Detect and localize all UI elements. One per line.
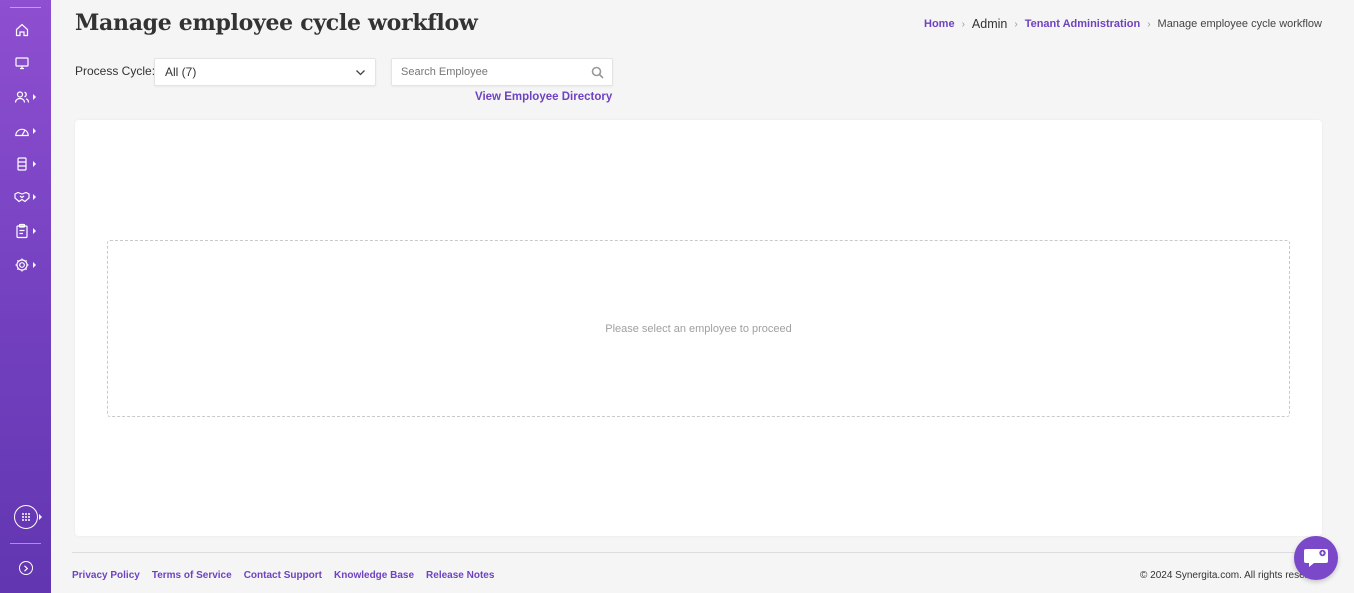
sidebar-item-database[interactable]	[14, 153, 40, 175]
users-icon	[14, 91, 30, 103]
home-icon	[15, 23, 29, 37]
process-cycle-label: Process Cycle:	[75, 64, 156, 78]
expand-caret-icon	[33, 161, 36, 167]
chat-support-button[interactable]	[1294, 536, 1338, 580]
sidebar-divider	[10, 7, 41, 8]
sidebar-divider	[10, 543, 41, 544]
main-card: Please select an employee to proceed	[75, 120, 1322, 536]
apps-grid-icon	[22, 513, 30, 521]
footer-link-contact-support[interactable]: Contact Support	[244, 570, 322, 581]
footer-links: Privacy Policy Terms of Service Contact …	[72, 570, 494, 581]
sidebar-item-monitor[interactable]	[14, 52, 40, 74]
breadcrumb-tenant-administration[interactable]: Tenant Administration	[1025, 18, 1141, 30]
sidebar-item-dashboard[interactable]	[14, 120, 40, 142]
expand-caret-icon	[39, 514, 42, 520]
footer-link-terms-of-service[interactable]: Terms of Service	[152, 570, 232, 581]
expand-sidebar-icon	[24, 564, 29, 572]
empty-state-message: Please select an employee to proceed	[605, 322, 792, 335]
breadcrumb-separator-icon: ›	[1147, 18, 1151, 30]
footer-link-knowledge-base[interactable]: Knowledge Base	[334, 570, 414, 581]
clipboard-icon	[16, 223, 28, 239]
copyright-text: © 2024 Synergita.com. All rights reserve…	[1140, 570, 1315, 581]
page-title: Manage employee cycle workflow	[75, 10, 478, 36]
expand-caret-icon	[33, 128, 36, 134]
search-employee-box	[391, 58, 613, 86]
search-icon[interactable]	[591, 66, 604, 79]
database-icon	[17, 157, 27, 171]
apps-launcher-button[interactable]	[14, 505, 38, 529]
sidebar-item-clipboard[interactable]	[14, 220, 40, 242]
chevron-down-icon	[356, 70, 365, 76]
dashboard-gauge-icon	[15, 128, 29, 137]
handshake-icon	[14, 191, 30, 203]
search-employee-input[interactable]	[392, 59, 582, 85]
breadcrumb-current: Manage employee cycle workflow	[1157, 18, 1322, 30]
sidebar-item-partners[interactable]	[14, 186, 40, 208]
breadcrumb: Home › Admin › Tenant Administration › M…	[924, 17, 1322, 31]
sidebar	[0, 0, 51, 593]
breadcrumb-admin: Admin	[971, 17, 1008, 31]
sidebar-item-users[interactable]	[14, 86, 40, 108]
sidebar-item-settings[interactable]	[14, 254, 40, 276]
view-employee-directory-link[interactable]: View Employee Directory	[475, 91, 612, 103]
footer-divider	[72, 552, 1338, 553]
expand-sidebar-button[interactable]	[19, 561, 33, 575]
breadcrumb-separator-icon: ›	[961, 18, 965, 30]
process-cycle-value: All (7)	[165, 65, 197, 79]
monitor-icon	[15, 57, 29, 70]
expand-caret-icon	[33, 228, 36, 234]
expand-caret-icon	[33, 94, 36, 100]
empty-state-panel: Please select an employee to proceed	[107, 240, 1290, 417]
sidebar-item-home[interactable]	[14, 19, 40, 41]
breadcrumb-home[interactable]: Home	[924, 18, 955, 30]
breadcrumb-separator-icon: ›	[1014, 18, 1018, 30]
footer-link-privacy-policy[interactable]: Privacy Policy	[72, 570, 140, 581]
footer-link-release-notes[interactable]: Release Notes	[426, 570, 494, 581]
process-cycle-select[interactable]: All (7)	[154, 58, 376, 86]
chat-bubble-icon	[1304, 549, 1328, 567]
expand-caret-icon	[33, 194, 36, 200]
settings-gear-icon	[15, 258, 29, 272]
expand-caret-icon	[33, 262, 36, 268]
